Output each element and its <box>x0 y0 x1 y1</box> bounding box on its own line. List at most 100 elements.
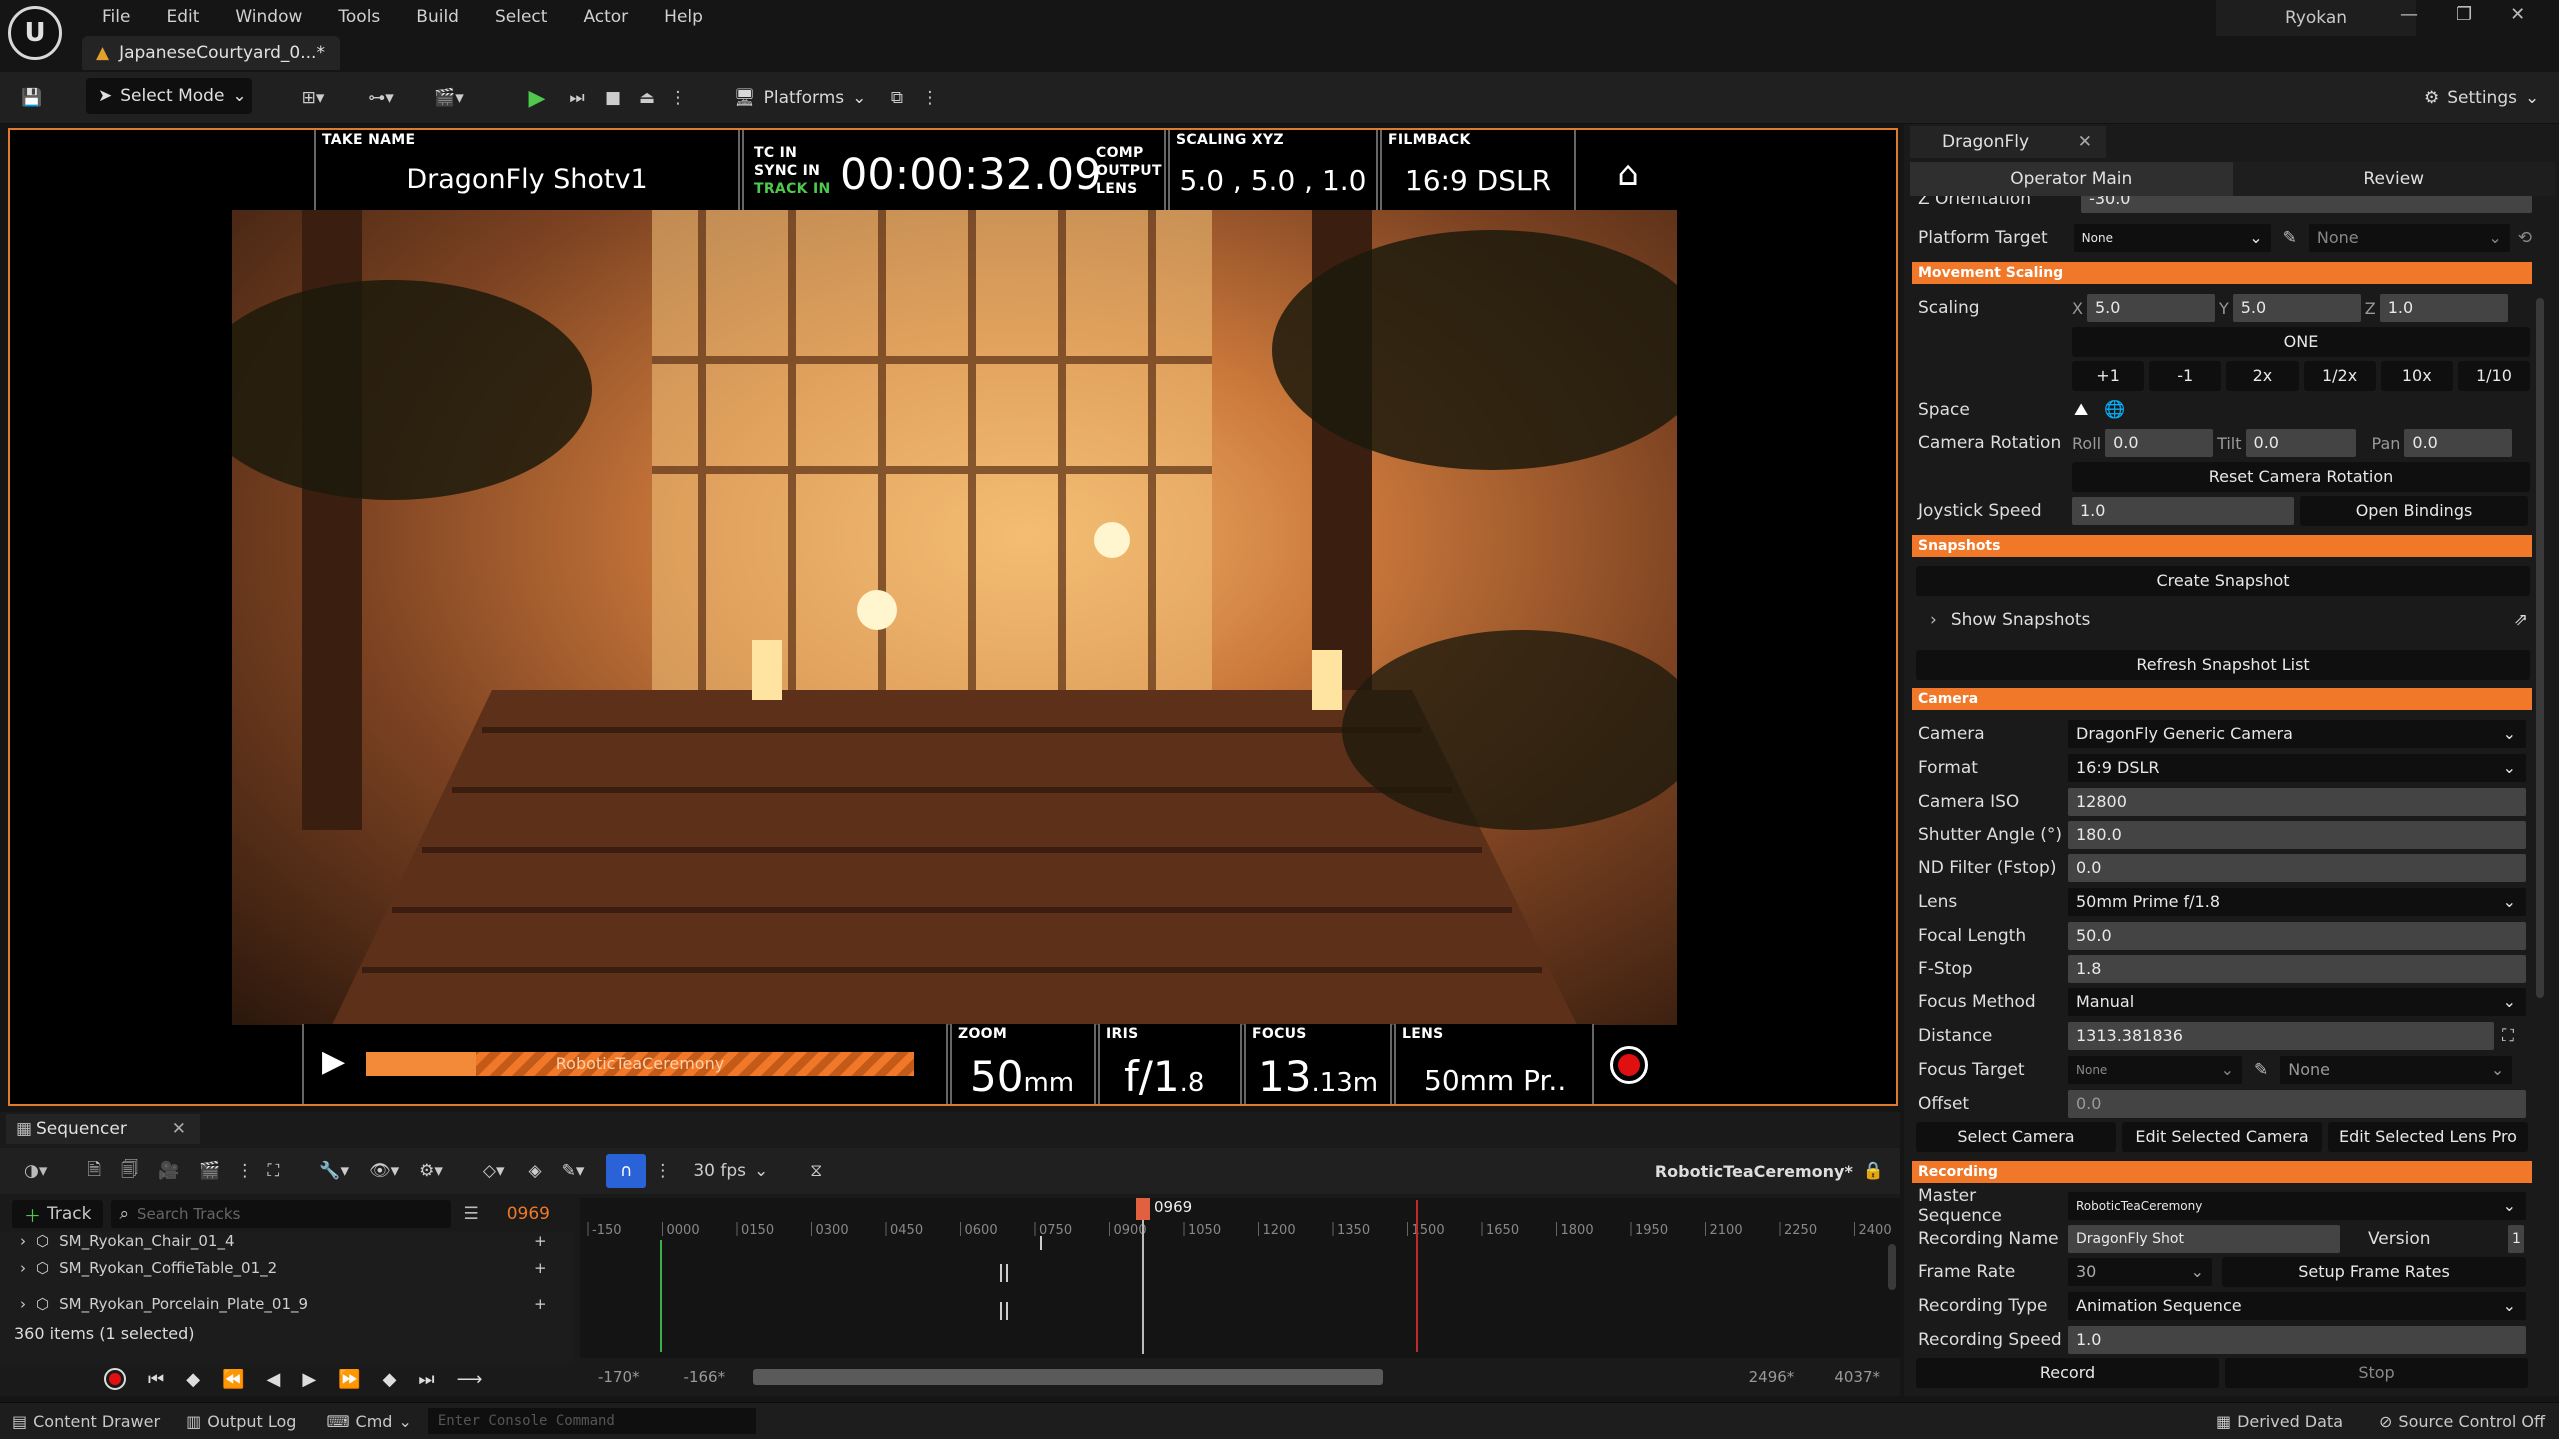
jump-end-icon[interactable]: ⏭ <box>418 1369 434 1390</box>
step-icon[interactable]: ⏭ <box>562 80 592 116</box>
eyedropper-icon[interactable]: ✎ <box>2283 228 2297 248</box>
lens-dropdown[interactable]: 50mm Prime f/1.8 ⌄ <box>2068 888 2526 916</box>
scale-tenth-button[interactable]: 1/10 <box>2457 361 2531 391</box>
blueprint-icon[interactable]: ⊶▾ <box>356 80 406 116</box>
keyframe-marker[interactable] <box>1000 1302 1008 1320</box>
eject-icon[interactable]: ⏏ <box>632 80 662 116</box>
playhead-handle[interactable] <box>1136 1198 1150 1220</box>
stop-button[interactable]: Stop <box>2225 1358 2528 1388</box>
track-row[interactable]: › ⬡ SM_Ryokan_Porcelain_Plate_01_9 + <box>0 1286 575 1322</box>
fps-dropdown[interactable]: 30 fps <box>693 1161 746 1181</box>
scale-10x-button[interactable]: 10x <box>2380 361 2453 391</box>
recording-type-dropdown[interactable]: Animation Sequence ⌄ <box>2068 1292 2526 1320</box>
offset-field[interactable]: 0.0 <box>2068 1090 2526 1118</box>
close-icon[interactable]: ✕ <box>2078 126 2092 158</box>
select-mode-dropdown[interactable]: ➤ Select Mode ⌄ <box>86 78 252 114</box>
more-options-icon[interactable]: ⋮ <box>920 80 940 116</box>
tab-review[interactable]: Review <box>2232 162 2555 196</box>
chevron-right-icon[interactable]: › <box>1930 610 1937 630</box>
play-icon[interactable]: ▶ <box>302 1369 316 1390</box>
recording-speed-field[interactable]: 1.0 <box>2068 1326 2526 1354</box>
curve-editor-icon[interactable]: ⧖ <box>810 1161 822 1181</box>
track-row[interactable]: › ⬡ SM_Ryokan_CoffieTable_01_2 + <box>0 1250 575 1286</box>
add-icon[interactable]: + <box>534 1259 547 1277</box>
more-options-icon[interactable]: ⋮ <box>668 80 688 116</box>
reset-icon[interactable]: ⟲ <box>2518 228 2532 248</box>
fstop-field[interactable]: 1.8 <box>2068 955 2526 983</box>
focus-target-socket[interactable]: None ⌄ <box>2280 1056 2513 1084</box>
find-asset-icon[interactable]: 🗐 <box>121 1157 138 1186</box>
timeline-ruler[interactable]: -150 0000 0150 0300 0450 0600 0750 0900 1050 1200… <box>580 1216 1900 1238</box>
panel-scrollbar[interactable] <box>2536 298 2544 998</box>
scaling-one-button[interactable]: ONE <box>2072 327 2530 357</box>
focus-method-dropdown[interactable]: Manual ⌄ <box>2068 988 2526 1016</box>
maximize-icon[interactable]: ❐ <box>2456 4 2472 25</box>
format-dropdown[interactable]: 16:9 DSLR ⌄ <box>2068 754 2526 782</box>
cmd-dropdown[interactable]: ⌨ Cmd ⌄ <box>326 1412 411 1431</box>
transform-icon[interactable]: ⛶ <box>267 1161 279 1181</box>
stop-icon[interactable]: ■ <box>598 80 628 116</box>
eyedropper-icon[interactable]: ✎ <box>2254 1060 2268 1080</box>
record-button[interactable] <box>1610 1046 1648 1084</box>
step-back-icon[interactable]: ⏪ <box>222 1369 244 1390</box>
derived-data-button[interactable]: ▦ Derived Data <box>2216 1412 2343 1431</box>
next-key-icon[interactable]: ◆ <box>383 1369 397 1390</box>
more-options-icon[interactable]: ⋮ <box>236 1161 253 1181</box>
sequence-progress[interactable]: RoboticTeaCeremony <box>366 1052 914 1076</box>
home-icon[interactable]: ⌂ <box>1606 154 1650 194</box>
eye-icon[interactable]: 👁▾ <box>369 1161 399 1181</box>
settings-dropdown[interactable]: ⚙ Settings ⌄ <box>2424 80 2539 116</box>
world-icon[interactable]: ◑▾ <box>24 1161 47 1181</box>
focus-target-dropdown[interactable]: None ⌄ <box>2068 1056 2242 1084</box>
working-range-start[interactable]: -166* <box>684 1368 726 1386</box>
lock-icon[interactable]: 🔒 <box>1863 1161 1884 1181</box>
wrench-icon[interactable]: 🔧▾ <box>319 1161 349 1181</box>
end-marker[interactable] <box>1416 1200 1418 1352</box>
platform-target-socket[interactable]: None ⌄ <box>2308 224 2510 252</box>
keyframe-marker[interactable] <box>1000 1264 1008 1282</box>
show-snapshots-row[interactable]: › Show Snapshots ⇗ <box>1912 604 2532 636</box>
frame-rate-dropdown[interactable]: 30 ⌄ <box>2068 1258 2212 1286</box>
edit-icon[interactable]: ✎▾ <box>562 1161 585 1181</box>
joystick-speed-field[interactable]: 1.0 <box>2072 497 2294 525</box>
recording-name-field[interactable]: DragonFly Shot <box>2068 1225 2340 1253</box>
scale-plus1-button[interactable]: +1 <box>2072 361 2145 391</box>
add-icon[interactable]: + <box>534 1232 547 1250</box>
save-sequence-icon[interactable]: 🗎 <box>87 1157 101 1186</box>
section-snapshots[interactable]: Snapshots <box>1912 535 2532 557</box>
device-icon[interactable]: ⧉ <box>882 80 912 116</box>
start-marker[interactable] <box>660 1240 662 1352</box>
section-camera[interactable]: Camera <box>1912 688 2532 710</box>
scaling-x-field[interactable]: 5.0 <box>2086 294 2215 322</box>
section-recording[interactable]: Recording <box>1912 1161 2532 1183</box>
version-field[interactable]: 1 <box>2508 1225 2524 1253</box>
menu-edit[interactable]: Edit <box>148 3 217 31</box>
console-input[interactable]: Enter Console Command <box>427 1408 756 1434</box>
edit-selected-camera-button[interactable]: Edit Selected Camera <box>2122 1122 2322 1152</box>
clapper-icon[interactable]: 🎬 <box>199 1161 220 1181</box>
step-forward-icon[interactable]: ⏩ <box>338 1369 360 1390</box>
save-icon[interactable]: 💾 <box>16 80 48 116</box>
render-movie-icon[interactable]: 🎥 <box>158 1161 179 1181</box>
cinematics-icon[interactable]: 🎬▾ <box>424 80 474 116</box>
close-icon[interactable]: ✕ <box>172 1114 186 1144</box>
world-space-icon[interactable]: 🌐 <box>2104 400 2125 420</box>
platform-target-dropdown[interactable]: None ⌄ <box>2073 224 2271 252</box>
scaling-y-field[interactable]: 5.0 <box>2232 294 2361 322</box>
play-icon[interactable]: ▶ <box>522 80 552 116</box>
menu-help[interactable]: Help <box>646 3 721 31</box>
reset-camera-rotation-button[interactable]: Reset Camera Rotation <box>2072 462 2530 492</box>
open-external-icon[interactable]: ⇗ <box>2514 610 2528 630</box>
scale-2x-button[interactable]: 2x <box>2226 361 2299 391</box>
unreal-logo-icon[interactable]: U <box>8 6 62 60</box>
camera-dropdown[interactable]: DragonFly Generic Camera ⌄ <box>2068 720 2526 748</box>
minimize-icon[interactable]: — <box>2400 4 2418 25</box>
menu-select[interactable]: Select <box>477 3 565 31</box>
tab-operator-main[interactable]: Operator Main <box>1910 162 2233 196</box>
z-orientation-field[interactable]: -30.0 <box>2081 196 2532 213</box>
prev-key-icon[interactable]: ◆ <box>186 1369 200 1390</box>
focal-length-field[interactable]: 50.0 <box>2068 922 2526 950</box>
gear-icon[interactable]: ⚙▾ <box>419 1161 443 1181</box>
open-bindings-button[interactable]: Open Bindings <box>2300 496 2528 526</box>
reverse-play-icon[interactable]: ◀ <box>266 1369 280 1390</box>
